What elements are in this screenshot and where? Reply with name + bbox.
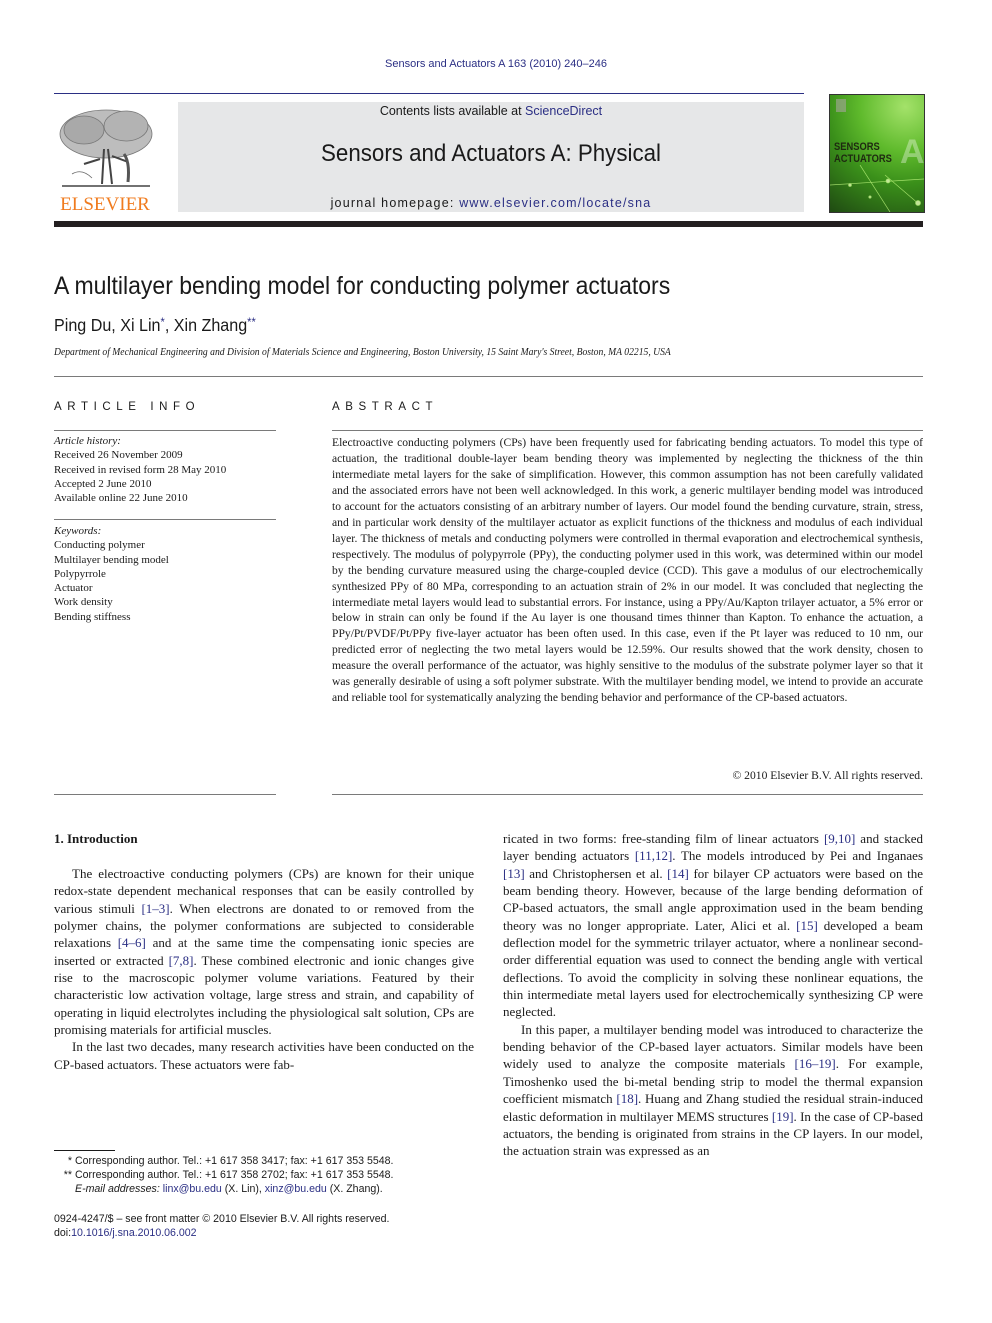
email-link[interactable]: linx@bu.edu <box>163 1183 222 1195</box>
keyword-item: Multilayer bending model <box>54 553 169 566</box>
body-paragraph: In the last two decades, many research a… <box>54 1038 474 1073</box>
history-item: Available online 22 June 2010 <box>54 492 188 505</box>
citation-link[interactable]: [18] <box>616 1091 638 1106</box>
keyword-item: Work density <box>54 596 113 609</box>
divider <box>332 794 923 795</box>
footnote-text: Corresponding author. Tel.: +1 617 358 2… <box>75 1169 394 1181</box>
citation-link[interactable]: [4–6] <box>118 935 146 950</box>
keyword-item: Actuator <box>54 582 93 595</box>
author-name: Xi Lin <box>120 315 161 335</box>
history-item: Received 26 November 2009 <box>54 449 183 462</box>
body-paragraph: The electroactive conducting polymers (C… <box>54 865 474 1038</box>
body-text: In the last two decades, many research a… <box>54 1039 474 1072</box>
article-info-heading: ARTICLE INFO <box>54 401 201 413</box>
citation-link[interactable]: [16–19] <box>795 1056 836 1071</box>
homepage-prefix: journal homepage: <box>330 196 460 210</box>
article-title: A multilayer bending model for conductin… <box>54 272 671 300</box>
citation-link[interactable]: [14] <box>667 866 689 881</box>
email-owner: (X. Zhang). <box>326 1183 383 1195</box>
footnote: ** Corresponding author. Tel.: +1 617 358… <box>54 1168 394 1182</box>
email-footnote: E-mail addresses: linx@bu.edu (X. Lin), … <box>54 1182 393 1196</box>
divider <box>54 794 276 795</box>
corresponding-author-mark[interactable]: ** <box>247 315 256 329</box>
tree-icon <box>59 109 153 187</box>
author-name: Xin Zhang <box>173 315 248 335</box>
author-name: Ping Du <box>54 315 112 335</box>
body-column-right: ricated in two forms: free-standing film… <box>503 830 923 1160</box>
running-head-citation[interactable]: Sensors and Actuators A 163 (2010) 240–2… <box>0 58 992 70</box>
author-separator: , <box>164 315 174 335</box>
history-item: Accepted 2 June 2010 <box>54 477 152 490</box>
keyword-item: Bending stiffness <box>54 610 131 623</box>
header-thick-rule <box>54 221 923 227</box>
body-paragraph: In this paper, a multilayer bending mode… <box>503 1021 923 1160</box>
citation-link[interactable]: [19] <box>772 1109 794 1124</box>
keywords: Keywords: Conducting polymer Multilayer … <box>54 524 169 624</box>
article-history: Article history: Received 26 November 20… <box>54 434 226 505</box>
body-text: . The models introduced by Pei and Ingan… <box>672 848 924 864</box>
divider <box>332 430 923 431</box>
author-separator: , <box>111 315 121 335</box>
footnote: * Corresponding author. Tel.: +1 617 358 … <box>54 1154 394 1168</box>
affiliation: Department of Mechanical Engineering and… <box>54 347 671 358</box>
author-list: Ping Du, Xi Lin*, Xin Zhang** <box>54 315 256 336</box>
abstract-body: Electroactive conducting polymers (CPs) … <box>332 436 923 705</box>
sciencedirect-link[interactable]: ScienceDirect <box>525 104 602 118</box>
email-link[interactable]: xinz@bu.edu <box>265 1183 327 1195</box>
citation-link[interactable]: [9,10] <box>824 831 855 846</box>
footnote-mark: ** <box>63 1169 72 1181</box>
citation-link[interactable]: [7,8] <box>169 953 194 968</box>
homepage-line: journal homepage: www.elsevier.com/locat… <box>178 196 804 210</box>
divider <box>54 376 923 377</box>
abstract-copyright: © 2010 Elsevier B.V. All rights reserved… <box>732 769 923 782</box>
citation-link[interactable]: [13] <box>503 866 525 881</box>
issn-copyright: 0924-4247/$ – see front matter © 2010 El… <box>54 1213 390 1225</box>
journal-banner: Contents lists available at ScienceDirec… <box>178 102 804 212</box>
cover-title-line2: ACTUATORS <box>834 153 892 165</box>
cover-publisher-icon <box>836 99 846 112</box>
journal-homepage-link[interactable]: www.elsevier.com/locate/sna <box>459 196 651 210</box>
elsevier-wordmark: ELSEVIER <box>60 194 150 215</box>
citation-link[interactable]: [11,12] <box>635 848 672 863</box>
cover-title-line1: SENSORS <box>834 141 880 153</box>
body-text: ricated in two forms: free-standing film… <box>503 831 824 846</box>
journal-name: Sensors and Actuators A: Physical <box>321 140 661 167</box>
section-heading-introduction: 1. Introduction <box>54 831 138 846</box>
footnotes: * Corresponding author. Tel.: +1 617 358 … <box>54 1154 394 1196</box>
contents-line: Contents lists available at ScienceDirec… <box>178 104 804 118</box>
body-column-left: The electroactive conducting polymers (C… <box>54 865 474 1073</box>
email-owner: (X. Lin), <box>221 1183 265 1195</box>
keyword-item: Polypyrrole <box>54 567 106 580</box>
keyword-item: Conducting polymer <box>54 539 145 552</box>
cover-network-graphic <box>830 165 924 212</box>
front-matter: 0924-4247/$ – see front matter © 2010 El… <box>54 1212 389 1240</box>
divider <box>54 519 276 520</box>
article-history-label: Article history: <box>54 435 121 447</box>
doi-prefix: doi: <box>54 1227 72 1239</box>
citation-link[interactable]: [15] <box>796 918 818 933</box>
journal-cover-image[interactable]: A SENSORS ACTUATORS <box>829 94 925 213</box>
contents-prefix: Contents lists available at <box>379 104 526 118</box>
footnote-text: Corresponding author. Tel.: +1 617 358 3… <box>75 1155 394 1167</box>
footnote-rule <box>54 1150 115 1151</box>
keywords-label: Keywords: <box>54 525 102 537</box>
header-rule <box>54 93 804 94</box>
doi-link[interactable]: 10.1016/j.sna.2010.06.002 <box>71 1227 196 1239</box>
divider <box>54 430 276 431</box>
citation-link[interactable]: [1–3] <box>141 901 169 916</box>
abstract-heading: ABSTRACT <box>332 401 439 413</box>
email-label: E-mail addresses: <box>75 1183 160 1195</box>
footnote-mark: * <box>67 1155 72 1167</box>
history-item: Received in revised form 28 May 2010 <box>54 463 227 476</box>
body-text: and Christophersen et al. <box>524 865 668 881</box>
body-paragraph: ricated in two forms: free-standing film… <box>503 830 923 1021</box>
doi-line: doi:10.1016/j.sna.2010.06.002 <box>54 1226 389 1240</box>
